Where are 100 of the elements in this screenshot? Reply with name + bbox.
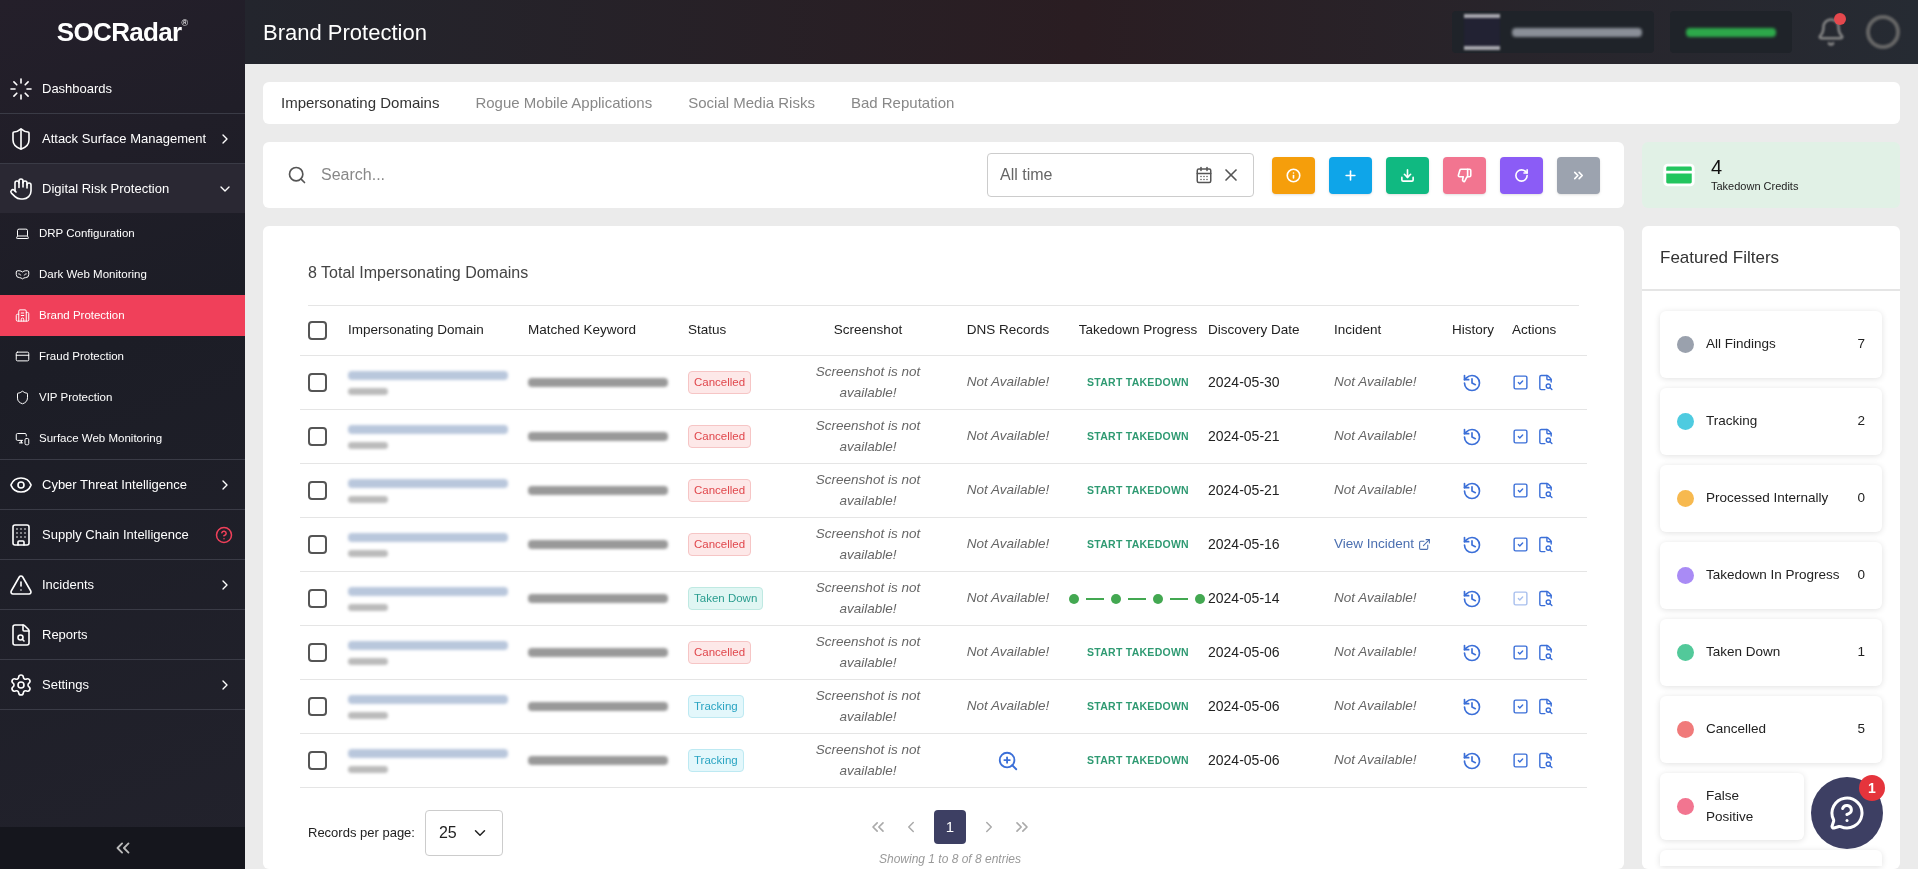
start-takedown-button[interactable]: START TAKEDOWN (1087, 536, 1189, 553)
records-per-page-select[interactable]: 25 (424, 810, 503, 856)
approve-icon[interactable] (1512, 644, 1529, 661)
document-view-icon[interactable] (1537, 482, 1554, 499)
info-icon (1286, 167, 1301, 183)
filter-card[interactable]: False Positive (1660, 773, 1804, 840)
help-icon (1829, 795, 1865, 831)
approve-icon[interactable] (1512, 752, 1529, 769)
approve-icon[interactable] (1512, 536, 1529, 553)
submenu-icon (15, 267, 30, 282)
filter-card[interactable]: Tracking 2 (1660, 388, 1882, 455)
sidebar-item[interactable]: Reports (0, 610, 245, 659)
history-icon[interactable] (1462, 750, 1482, 771)
dns-note: Not Available! (966, 643, 1050, 662)
account-switcher[interactable] (1452, 11, 1654, 53)
document-view-icon[interactable] (1537, 536, 1554, 553)
view-incident-link[interactable]: View Incident (1334, 534, 1415, 555)
document-view-icon[interactable] (1537, 590, 1554, 607)
sidebar-item[interactable]: Incidents (0, 560, 245, 609)
status-pill[interactable] (1670, 11, 1792, 53)
start-takedown-button[interactable]: START TAKEDOWN (1087, 482, 1189, 499)
search-field[interactable]: Search... (321, 163, 973, 187)
sidebar-item[interactable]: Cyber Threat Intelligence (0, 460, 245, 509)
help-icon (215, 525, 233, 544)
page-button[interactable]: 1 (934, 810, 966, 844)
download-button[interactable] (1386, 156, 1429, 194)
sidebar-subitem[interactable]: Dark Web Monitoring (0, 254, 245, 295)
status-badge: Cancelled (688, 532, 752, 557)
sidebar-item[interactable]: Attack Surface Management (0, 114, 245, 163)
document-view-icon[interactable] (1537, 698, 1554, 715)
filter-card[interactable]: Taken Down 1 (1660, 619, 1882, 686)
external-link-icon[interactable] (1418, 538, 1432, 551)
row-checkbox[interactable] (308, 589, 327, 608)
row-checkbox[interactable] (308, 481, 327, 500)
thumbs-down-button[interactable] (1443, 156, 1486, 194)
column-header: Actions (1512, 322, 1557, 338)
filter-card[interactable]: Takedown In Progress 0 (1660, 542, 1882, 609)
zoom-in-icon[interactable] (997, 749, 1019, 772)
history-icon[interactable] (1462, 480, 1482, 501)
filter-card[interactable]: Cancelled 5 (1660, 696, 1882, 763)
history-icon[interactable] (1462, 696, 1482, 717)
column-header: Discovery Date (1208, 322, 1300, 338)
sidebar-item[interactable]: Supply Chain Intelligence (0, 510, 245, 559)
row-checkbox[interactable] (308, 535, 327, 554)
document-view-icon[interactable] (1537, 374, 1554, 391)
history-icon[interactable] (1462, 372, 1482, 393)
tab[interactable]: Rogue Mobile Applications (475, 91, 653, 115)
row-checkbox[interactable] (308, 697, 327, 716)
refresh-button[interactable] (1500, 156, 1543, 194)
sidebar-item[interactable]: Digital Risk Protection (0, 164, 245, 213)
document-view-icon[interactable] (1537, 644, 1554, 661)
filter-card[interactable]: All Findings 7 (1660, 311, 1882, 378)
history-icon[interactable] (1462, 534, 1482, 555)
start-takedown-button[interactable]: START TAKEDOWN (1087, 752, 1189, 769)
user-avatar[interactable] (1866, 15, 1900, 49)
row-checkbox[interactable] (308, 643, 327, 662)
menu-icon (9, 522, 33, 547)
start-takedown-button[interactable]: START TAKEDOWN (1087, 428, 1189, 445)
approve-icon[interactable] (1512, 698, 1529, 715)
filter-card[interactable]: Processed Internally 0 (1660, 465, 1882, 532)
approve-icon[interactable] (1512, 374, 1529, 391)
tab[interactable]: Bad Reputation (850, 91, 955, 115)
dns-note: Not Available! (966, 373, 1050, 392)
document-view-icon[interactable] (1537, 752, 1554, 769)
chevrons-right-button[interactable] (1557, 156, 1600, 194)
row-checkbox[interactable] (308, 427, 327, 446)
sidebar-subitem[interactable]: VIP Protection (0, 377, 245, 418)
approve-icon[interactable] (1512, 482, 1529, 499)
document-view-icon[interactable] (1537, 428, 1554, 445)
row-checkbox[interactable] (308, 373, 327, 392)
history-icon[interactable] (1462, 642, 1482, 663)
sidebar-subitem[interactable]: Surface Web Monitoring (0, 418, 245, 459)
screenshot-note: Screenshot is not available! (814, 525, 922, 565)
date-range-field[interactable]: All time (987, 153, 1254, 197)
column-header: DNS Records (966, 322, 1050, 338)
approve-icon[interactable] (1512, 428, 1529, 445)
start-takedown-button[interactable]: START TAKEDOWN (1087, 698, 1189, 715)
redacted-text (348, 441, 388, 449)
redacted-text (348, 603, 388, 611)
history-icon[interactable] (1462, 426, 1482, 447)
start-takedown-button[interactable]: START TAKEDOWN (1087, 644, 1189, 661)
tab[interactable]: Impersonating Domains (281, 91, 440, 115)
sidebar-subitem[interactable]: Fraud Protection (0, 336, 245, 377)
plus-button[interactable] (1329, 156, 1372, 194)
status-badge: Cancelled (688, 370, 752, 395)
discovery-date: 2024-05-06 (1208, 751, 1280, 768)
screenshot-note: Screenshot is not available! (814, 417, 922, 457)
tab[interactable]: Social Media Risks (688, 91, 815, 115)
sidebar-item[interactable]: Dashboards (0, 64, 245, 113)
row-checkbox[interactable] (308, 751, 327, 770)
status-badge: Cancelled (688, 640, 752, 665)
sidebar-item[interactable]: Settings (0, 660, 245, 709)
notification-icon[interactable] (1816, 17, 1846, 47)
logo[interactable]: SOCRadar® (56, 12, 189, 52)
sidebar-subitem[interactable]: Brand Protection (0, 295, 245, 336)
history-icon[interactable] (1462, 588, 1482, 609)
start-takedown-button[interactable]: START TAKEDOWN (1087, 374, 1189, 391)
calendar-icon[interactable] (1195, 166, 1213, 184)
select-all-checkbox[interactable] (308, 321, 327, 340)
sidebar-subitem[interactable]: DRP Configuration (0, 213, 245, 254)
